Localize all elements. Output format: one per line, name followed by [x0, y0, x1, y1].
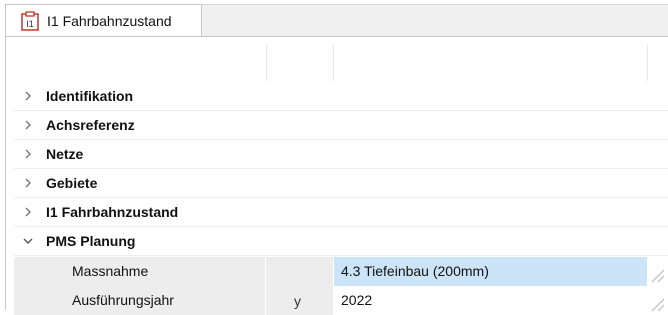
property-name: Massnahme — [72, 263, 149, 279]
group-label: Identifikation — [46, 88, 134, 104]
column-divider[interactable] — [333, 45, 334, 81]
chevron-right-icon[interactable] — [22, 148, 34, 160]
group-row-pms-planung[interactable]: PMS Planung — [14, 227, 668, 256]
document-form-icon: I1 — [21, 11, 39, 31]
chevron-right-icon[interactable] — [22, 119, 34, 131]
group-row-gebiete[interactable]: Gebiete — [14, 169, 668, 198]
group-label: I1 Fahrbahnzustand — [46, 204, 179, 220]
property-value: 4.3 Tiefeinbau (200mm) — [341, 263, 489, 279]
property-flag-cell: y — [266, 286, 333, 315]
property-name: Ausführungsjahr — [72, 292, 174, 308]
property-value: 2022 — [341, 292, 373, 308]
group-row-netze[interactable]: Netze — [14, 140, 668, 169]
resize-grip-icon[interactable] — [648, 286, 668, 315]
tab-label: I1 Fahrbahnzustand — [47, 13, 172, 29]
property-row-massnahme[interactable]: Massnahme 4.3 Tiefeinbau (200mm) — [14, 257, 668, 286]
property-value-field[interactable]: 2022 — [334, 286, 647, 315]
property-value-field[interactable]: 4.3 Tiefeinbau (200mm) — [334, 257, 647, 286]
property-flag: y — [294, 293, 301, 309]
property-flag-cell — [266, 257, 333, 286]
chevron-right-icon[interactable] — [22, 90, 34, 102]
resize-grip-icon[interactable] — [648, 257, 668, 286]
group-row-i1-fahrbahnzustand[interactable]: I1 Fahrbahnzustand — [14, 198, 668, 227]
group-row-achsreferenz[interactable]: Achsreferenz — [14, 111, 668, 140]
group-label: Netze — [46, 146, 84, 162]
group-row-identifikation[interactable]: Identifikation — [14, 82, 668, 111]
column-divider[interactable] — [266, 45, 267, 81]
property-editor-window: I1 I1 Fahrbahnzustand Identifikation Ach… — [0, 0, 668, 315]
column-divider[interactable] — [647, 45, 648, 81]
property-row-ausfuehrungsjahr[interactable]: Ausführungsjahr y 2022 — [14, 286, 668, 315]
svg-text:I1: I1 — [26, 19, 34, 29]
group-label: Achsreferenz — [46, 117, 135, 133]
chevron-down-icon[interactable] — [22, 235, 34, 247]
property-name-cell: Ausführungsjahr — [14, 286, 265, 315]
group-label: PMS Planung — [46, 233, 136, 249]
chevron-right-icon[interactable] — [22, 177, 34, 189]
chevron-right-icon[interactable] — [22, 206, 34, 218]
group-label: Gebiete — [46, 175, 98, 191]
property-name-cell: Massnahme — [14, 257, 265, 286]
tab-i1-fahrbahnzustand[interactable]: I1 I1 Fahrbahnzustand — [5, 4, 202, 37]
